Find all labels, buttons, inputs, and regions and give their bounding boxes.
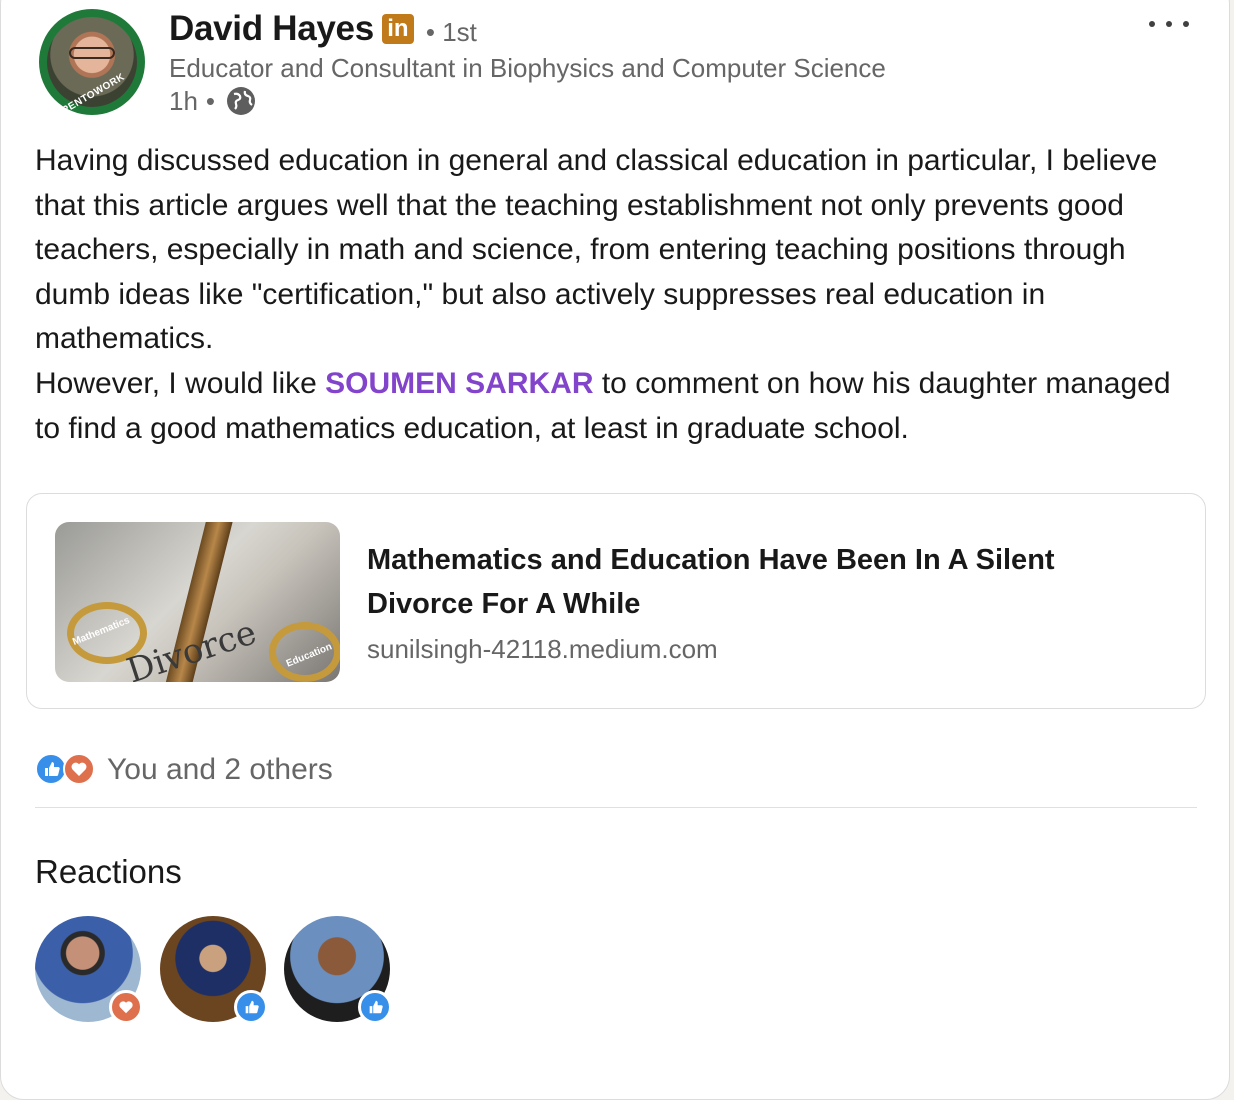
post-text-line2-start: However, I would like [35,366,326,400]
article-source: sunilsingh-42118.medium.com [367,634,718,664]
post-text-paragraph: Having discussed education in general an… [35,144,1158,356]
post-body: Having discussed education in general an… [35,139,1195,451]
post-time: 1h [169,85,198,116]
globe-icon [227,87,256,115]
post-meta: 1h • [169,85,257,117]
author-avatar[interactable]: #OPENTOWORK [39,9,145,115]
love-icon [63,753,95,785]
meta-separator: • [205,85,216,116]
more-options-icon[interactable] [1149,9,1189,39]
reactor-avatar[interactable] [160,916,268,1024]
love-icon [109,990,143,1024]
reactor-avatar[interactable] [284,916,392,1024]
like-icon [358,990,392,1024]
like-icon [234,990,268,1024]
glasses-shape [69,47,115,59]
author-name[interactable]: David Hayes [169,9,374,49]
article-thumbnail[interactable]: Divorce Mathematics Education [55,522,340,682]
connection-degree: • 1st [425,16,477,47]
author-headline: Educator and Consultant in Biophysics an… [169,53,886,83]
reactor-avatar[interactable] [35,916,143,1024]
post-card: #OPENTOWORK David Hayes in • 1st Educato… [0,0,1230,1100]
mention-link[interactable]: SOUMEN SARKAR [325,367,593,400]
divider [35,807,1197,808]
social-counts[interactable]: You and 2 others [35,753,333,787]
reaction-icons [35,753,97,787]
reactions-heading: Reactions [35,853,182,890]
article-preview[interactable]: Divorce Mathematics Education Mathematic… [26,493,1206,709]
linkedin-premium-icon: in [381,14,414,44]
article-title[interactable]: Mathematics and Education Have Been In A… [367,538,1167,626]
reaction-count-text[interactable]: You and 2 others [107,753,333,787]
author-name-row: David Hayes in • 1st [169,9,477,49]
